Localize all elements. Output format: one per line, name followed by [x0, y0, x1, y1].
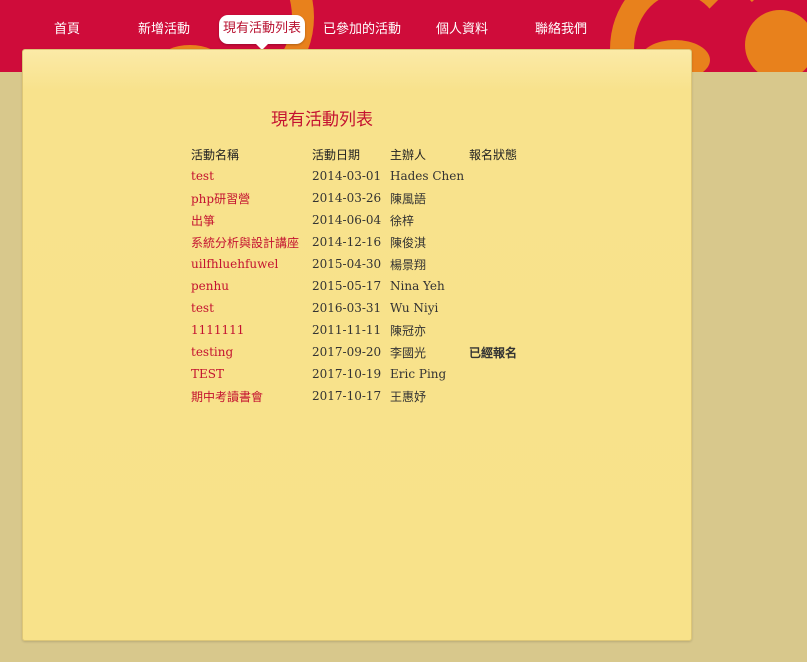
activity-date: 2016-03-31	[312, 301, 382, 315]
activity-table: 活動名稱 活動日期 主辦人 報名狀態 test 2014-03-01 Hades C…	[189, 143, 531, 407]
activity-host: 陳俊淇	[390, 235, 427, 250]
activity-host: 王惠妤	[390, 389, 427, 404]
registration-status	[467, 275, 531, 297]
table-row: 1111111 2011-11-11 陳冠亦	[189, 319, 531, 341]
table-row: test 2016-03-31 Wu Niyi	[189, 297, 531, 319]
activity-name-cell: 系統分析與設計講座	[189, 231, 310, 253]
activity-name-cell: penhu	[189, 275, 310, 297]
activity-name-link[interactable]: 期中考讀書會	[191, 390, 263, 404]
activity-date: 2014-06-04	[312, 213, 382, 227]
nav-item-joined-activities[interactable]: 已參加的活動	[323, 20, 401, 40]
column-header-status: 報名狀態	[469, 147, 518, 162]
activity-name-cell: 出箏	[189, 209, 310, 231]
page-title: 現有活動列表	[271, 110, 373, 130]
table-row: penhu 2015-05-17 Nina Yeh	[189, 275, 531, 297]
table-row: 期中考讀書會 2017-10-17 王惠妤	[189, 385, 531, 407]
column-header-name: 活動名稱	[191, 147, 240, 162]
activity-name-link[interactable]: test	[191, 169, 214, 183]
activity-name-cell: testing	[189, 341, 310, 363]
activity-date: 2014-03-26	[312, 191, 382, 205]
activity-date: 2015-05-17	[312, 279, 382, 293]
table-row: 系統分析與設計講座 2014-12-16 陳俊淇	[189, 231, 531, 253]
activity-name-link[interactable]: 1111111	[191, 323, 244, 337]
activity-name-link[interactable]: TEST	[191, 367, 224, 381]
column-header-date: 活動日期	[312, 147, 361, 162]
activity-name-cell: 1111111	[189, 319, 310, 341]
table-row: TEST 2017-10-19 Eric Ping	[189, 363, 531, 385]
activity-name-cell: php研習營	[189, 187, 310, 209]
activity-host: 陳冠亦	[390, 323, 427, 338]
table-row: testing 2017-09-20 李國光 已經報名	[189, 341, 531, 363]
activity-name-cell: TEST	[189, 363, 310, 385]
nav-item-add-activity[interactable]: 新增活動	[138, 20, 190, 40]
nav-item-activity-list[interactable]: 現有活動列表	[219, 15, 306, 50]
activity-name-cell: uilfhluehfuwel	[189, 253, 310, 275]
activity-host: Eric Ping	[390, 367, 447, 381]
activity-host: Wu Niyi	[390, 301, 439, 315]
registration-status	[467, 209, 531, 231]
nav-item-profile[interactable]: 個人資料	[436, 20, 488, 40]
activity-name-cell: test	[189, 297, 310, 319]
activity-date: 2017-10-19	[312, 367, 382, 381]
activity-date: 2017-09-20	[312, 345, 382, 359]
activity-name-link[interactable]: uilfhluehfuwel	[191, 257, 278, 271]
registration-status: 已經報名	[469, 345, 518, 360]
activity-host: 徐梓	[390, 213, 415, 228]
activity-name-link[interactable]: php研習營	[191, 192, 250, 206]
registration-status	[467, 319, 531, 341]
activity-name-link[interactable]: testing	[191, 345, 233, 359]
activity-host: Hades Chen	[390, 169, 465, 183]
activity-host: 楊景翔	[390, 257, 427, 272]
table-row: php研習營 2014-03-26 陳風語	[189, 187, 531, 209]
table-header-row: 活動名稱 活動日期 主辦人 報名狀態	[189, 143, 531, 165]
activity-host: 陳風語	[390, 191, 427, 206]
activity-date: 2015-04-30	[312, 257, 382, 271]
activity-name-link[interactable]: test	[191, 301, 214, 315]
registration-status	[467, 253, 531, 275]
registration-status	[467, 297, 531, 319]
activity-name-link[interactable]: 系統分析與設計講座	[191, 236, 299, 250]
activity-name-link[interactable]: penhu	[191, 279, 229, 293]
activity-name-cell: test	[189, 165, 310, 187]
activity-date: 2011-11-11	[312, 323, 382, 337]
activity-host: 李國光	[390, 345, 427, 360]
registration-status	[467, 165, 531, 187]
table-row: uilfhluehfuwel 2015-04-30 楊景翔	[189, 253, 531, 275]
column-header-host: 主辦人	[390, 147, 427, 162]
activity-date: 2014-12-16	[312, 235, 382, 249]
registration-status	[467, 385, 531, 407]
activity-date: 2014-03-01	[312, 169, 382, 183]
content-panel: 現有活動列表 活動名稱 活動日期 主辦人 報名狀態 test 2014-03-01…	[22, 49, 692, 641]
nav-item-contact[interactable]: 聯絡我們	[535, 20, 587, 40]
table-row: test 2014-03-01 Hades Chen	[189, 165, 531, 187]
registration-status	[467, 363, 531, 385]
registration-status	[467, 187, 531, 209]
nav-item-home[interactable]: 首頁	[54, 20, 80, 40]
activity-date: 2017-10-17	[312, 389, 382, 403]
activity-name-link[interactable]: 出箏	[191, 214, 215, 228]
table-row: 出箏 2014-06-04 徐梓	[189, 209, 531, 231]
registration-status	[467, 231, 531, 253]
activity-name-cell: 期中考讀書會	[189, 385, 310, 407]
activity-host: Nina Yeh	[390, 279, 445, 293]
